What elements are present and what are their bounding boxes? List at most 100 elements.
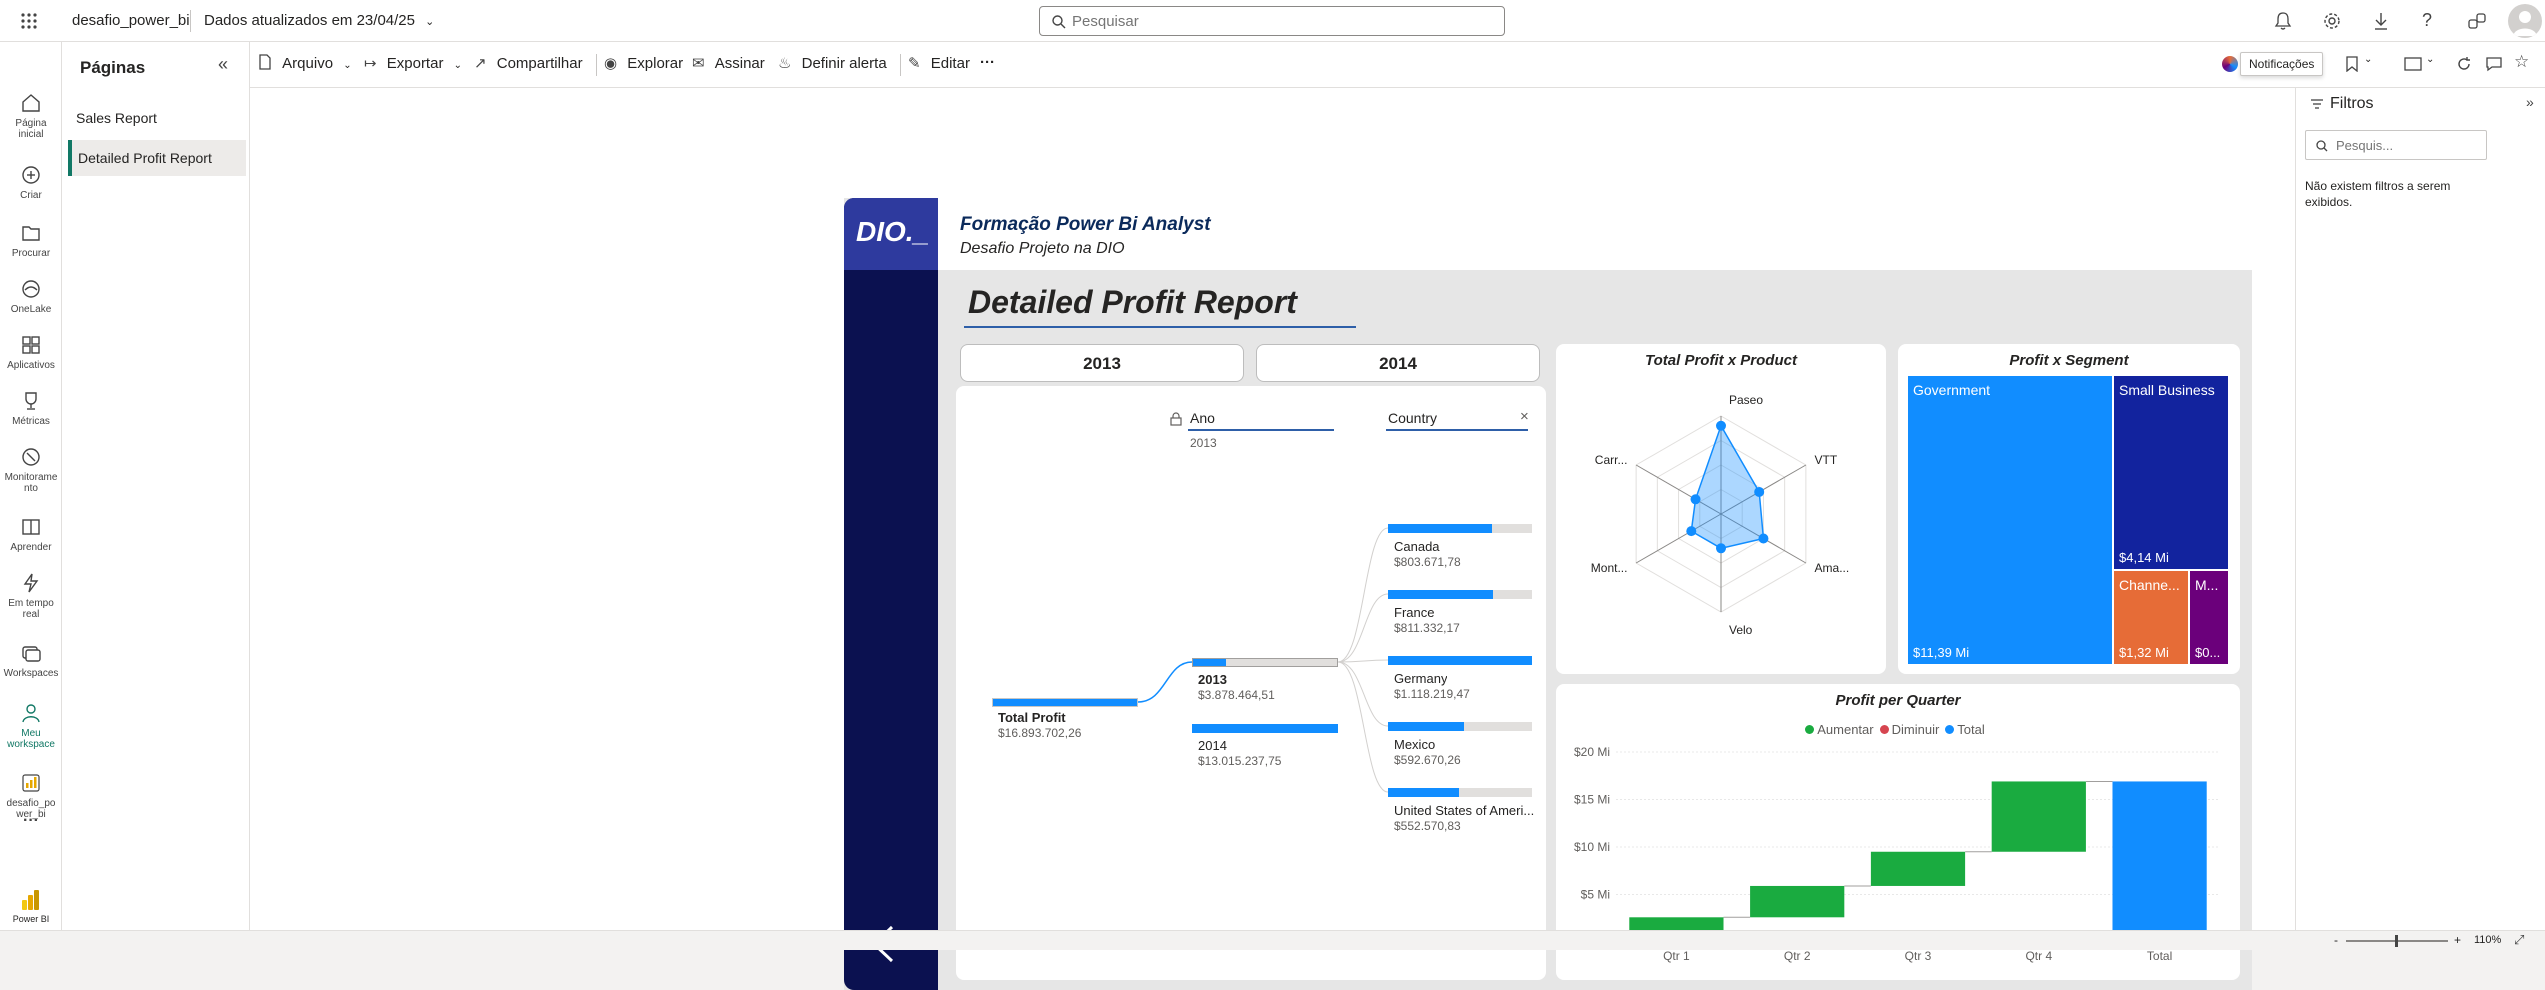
nav-item-create[interactable]: Criar xyxy=(0,164,62,201)
filter-search-input[interactable] xyxy=(2336,137,2476,153)
tree-node-label[interactable]: Total Profit xyxy=(998,710,1066,725)
tree-node-label[interactable]: 2014 xyxy=(1198,738,1227,753)
zoom-slider-thumb[interactable] xyxy=(2395,935,2398,947)
chevron-down-icon[interactable]: ⌄ xyxy=(2426,54,2434,65)
nav-item-trophy[interactable]: Métricas xyxy=(0,390,62,427)
more-apps-button[interactable]: ··· xyxy=(0,812,62,830)
year-button-2013[interactable]: 2013 xyxy=(960,344,1244,382)
create-icon xyxy=(22,166,40,184)
bookmark-icon[interactable] xyxy=(2346,56,2358,72)
share-button[interactable]: ↗ Compartilhar xyxy=(474,54,583,72)
country-bar-fill xyxy=(1388,788,1459,797)
tree-node-label[interactable]: France xyxy=(1394,605,1434,620)
country-bar-track[interactable] xyxy=(1388,656,1532,665)
download-icon[interactable] xyxy=(2372,11,2390,31)
nav-item-learn[interactable]: Aprender xyxy=(0,516,62,553)
report-name[interactable]: desafio_power_bi xyxy=(72,12,190,29)
zoom-slider[interactable] xyxy=(2346,935,2448,947)
view-icon[interactable] xyxy=(2404,57,2422,71)
nav-item-label: real xyxy=(22,609,40,620)
status-bar: - + 110% ⤢ xyxy=(0,930,2545,950)
nav-item-lightning[interactable]: Em tempo real xyxy=(0,572,62,620)
filters-pane: Filtros » Não existem filtros a serem ex… xyxy=(2295,88,2545,930)
data-updated-dropdown[interactable]: Dados atualizados em 23/04/25 ⌄ xyxy=(204,12,434,29)
page-item-sales-report[interactable]: Sales Report xyxy=(62,100,250,136)
tree-node-label[interactable]: United States of Ameri... xyxy=(1394,803,1534,818)
fit-page-icon[interactable]: ⤢ xyxy=(2514,932,2524,948)
chevron-down-icon: ⌄ xyxy=(343,60,352,71)
app-launcher-icon[interactable] xyxy=(20,12,38,30)
nav-item-onelake[interactable]: OneLake xyxy=(0,278,62,315)
page-item-detailed-profit-report[interactable]: Detailed Profit Report xyxy=(68,140,246,176)
nav-item-user[interactable]: Meu workspace xyxy=(0,702,62,750)
star-icon[interactable]: ☆ xyxy=(2514,52,2529,72)
chevron-down-icon[interactable]: ⌄ xyxy=(2364,54,2372,65)
copilot-icon[interactable] xyxy=(2222,56,2238,72)
search-box[interactable] xyxy=(1039,6,1505,36)
search-input[interactable] xyxy=(1072,12,1492,30)
collapse-pane-icon[interactable]: « xyxy=(218,54,228,75)
x-tick-label: Total xyxy=(2147,949,2172,963)
country-bar-track[interactable] xyxy=(1388,788,1532,797)
export-menu-button[interactable]: ↦ Exportar ⌄ xyxy=(364,54,462,72)
tree-node-label[interactable]: Canada xyxy=(1394,539,1440,554)
waterfall-bar[interactable] xyxy=(1991,781,2086,852)
treemap-cell[interactable]: M... $0... xyxy=(2190,571,2228,664)
radar-point[interactable] xyxy=(1686,526,1697,537)
decomposition-tree[interactable]: Ano 2013 Country × Total Profit $16.893.7… xyxy=(956,386,1546,980)
waterfall-bar[interactable] xyxy=(1750,885,1845,918)
bell-icon[interactable] xyxy=(2274,11,2292,31)
refresh-icon[interactable] xyxy=(2456,56,2472,72)
country-bar-track[interactable] xyxy=(1388,590,1532,599)
learn-icon xyxy=(22,519,40,535)
treemap-cell[interactable]: Channe... $1,32 Mi xyxy=(2114,571,2188,664)
year-button-2014[interactable]: 2014 xyxy=(1256,344,1540,382)
explore-button[interactable]: ◉ Explorar xyxy=(604,54,683,72)
file-menu-button[interactable]: Arquivo ⌄ xyxy=(258,54,352,72)
nav-item-workspaces[interactable]: Workspaces xyxy=(0,642,62,679)
expand-pane-icon[interactable]: » xyxy=(2526,94,2534,110)
zoom-out-button[interactable]: - xyxy=(2334,933,2338,947)
radar-point[interactable] xyxy=(1716,543,1726,554)
radar-point[interactable] xyxy=(1758,533,1769,544)
radar-axis-label: VTT xyxy=(1815,453,1838,467)
help-icon[interactable]: ? xyxy=(2422,10,2432,31)
radar-point[interactable] xyxy=(1716,420,1726,431)
radar-point[interactable] xyxy=(1754,486,1765,497)
nav-item-label: desafio_po xyxy=(6,798,56,809)
filter-search-box[interactable] xyxy=(2305,130,2487,160)
treemap-chart[interactable]: Profit x Segment Government $11,39 Mi Smal… xyxy=(1898,344,2240,674)
share-network-icon[interactable] xyxy=(2467,11,2487,31)
nav-item-label: Monitorame xyxy=(4,472,58,483)
apps-icon xyxy=(22,336,40,354)
treemap-cell[interactable]: Government $11,39 Mi xyxy=(1908,376,2112,664)
power-bi-brand[interactable]: Power BI xyxy=(6,888,56,928)
treemap-cell[interactable]: Small Business $4,14 Mi xyxy=(2114,376,2228,569)
tree-node-value: $811.332,17 xyxy=(1394,621,1460,635)
more-options-button[interactable]: ··· xyxy=(980,54,995,71)
set-alert-button[interactable]: ♨ Definir alerta xyxy=(778,54,887,72)
comment-icon[interactable] xyxy=(2486,56,2502,72)
avatar[interactable] xyxy=(2508,4,2542,38)
country-bar-track[interactable] xyxy=(1388,722,1532,731)
country-bar-track[interactable] xyxy=(1388,524,1532,533)
waterfall-bar[interactable] xyxy=(1870,851,1966,886)
nav-item-home[interactable]: Página inicial xyxy=(0,92,62,140)
tree-node-label[interactable]: 2013 xyxy=(1198,672,1227,687)
y-tick-label: $20 Mi xyxy=(1574,745,1610,759)
edit-button[interactable]: ✎ Editar xyxy=(908,54,970,72)
waterfall-bar[interactable] xyxy=(2112,781,2207,942)
year-bar-track[interactable] xyxy=(1192,724,1338,733)
radar-chart[interactable]: Total Profit x Product Paseo VTT Ama... Vel… xyxy=(1556,344,1886,674)
zoom-in-button[interactable]: + xyxy=(2454,933,2461,947)
gear-icon[interactable] xyxy=(2322,11,2342,31)
year-bar-track[interactable] xyxy=(1192,658,1338,667)
radar-point[interactable] xyxy=(1690,494,1701,505)
tree-node-label[interactable]: Germany xyxy=(1394,671,1447,686)
export-icon: ↦ xyxy=(364,55,377,72)
nav-item-apps[interactable]: Aplicativos xyxy=(0,334,62,371)
nav-item-browse[interactable]: Procurar xyxy=(0,222,62,259)
tree-node-label[interactable]: Mexico xyxy=(1394,737,1435,752)
subscribe-button[interactable]: ✉ Assinar xyxy=(692,54,765,72)
nav-item-monitor[interactable]: Monitorame nto xyxy=(0,446,62,494)
